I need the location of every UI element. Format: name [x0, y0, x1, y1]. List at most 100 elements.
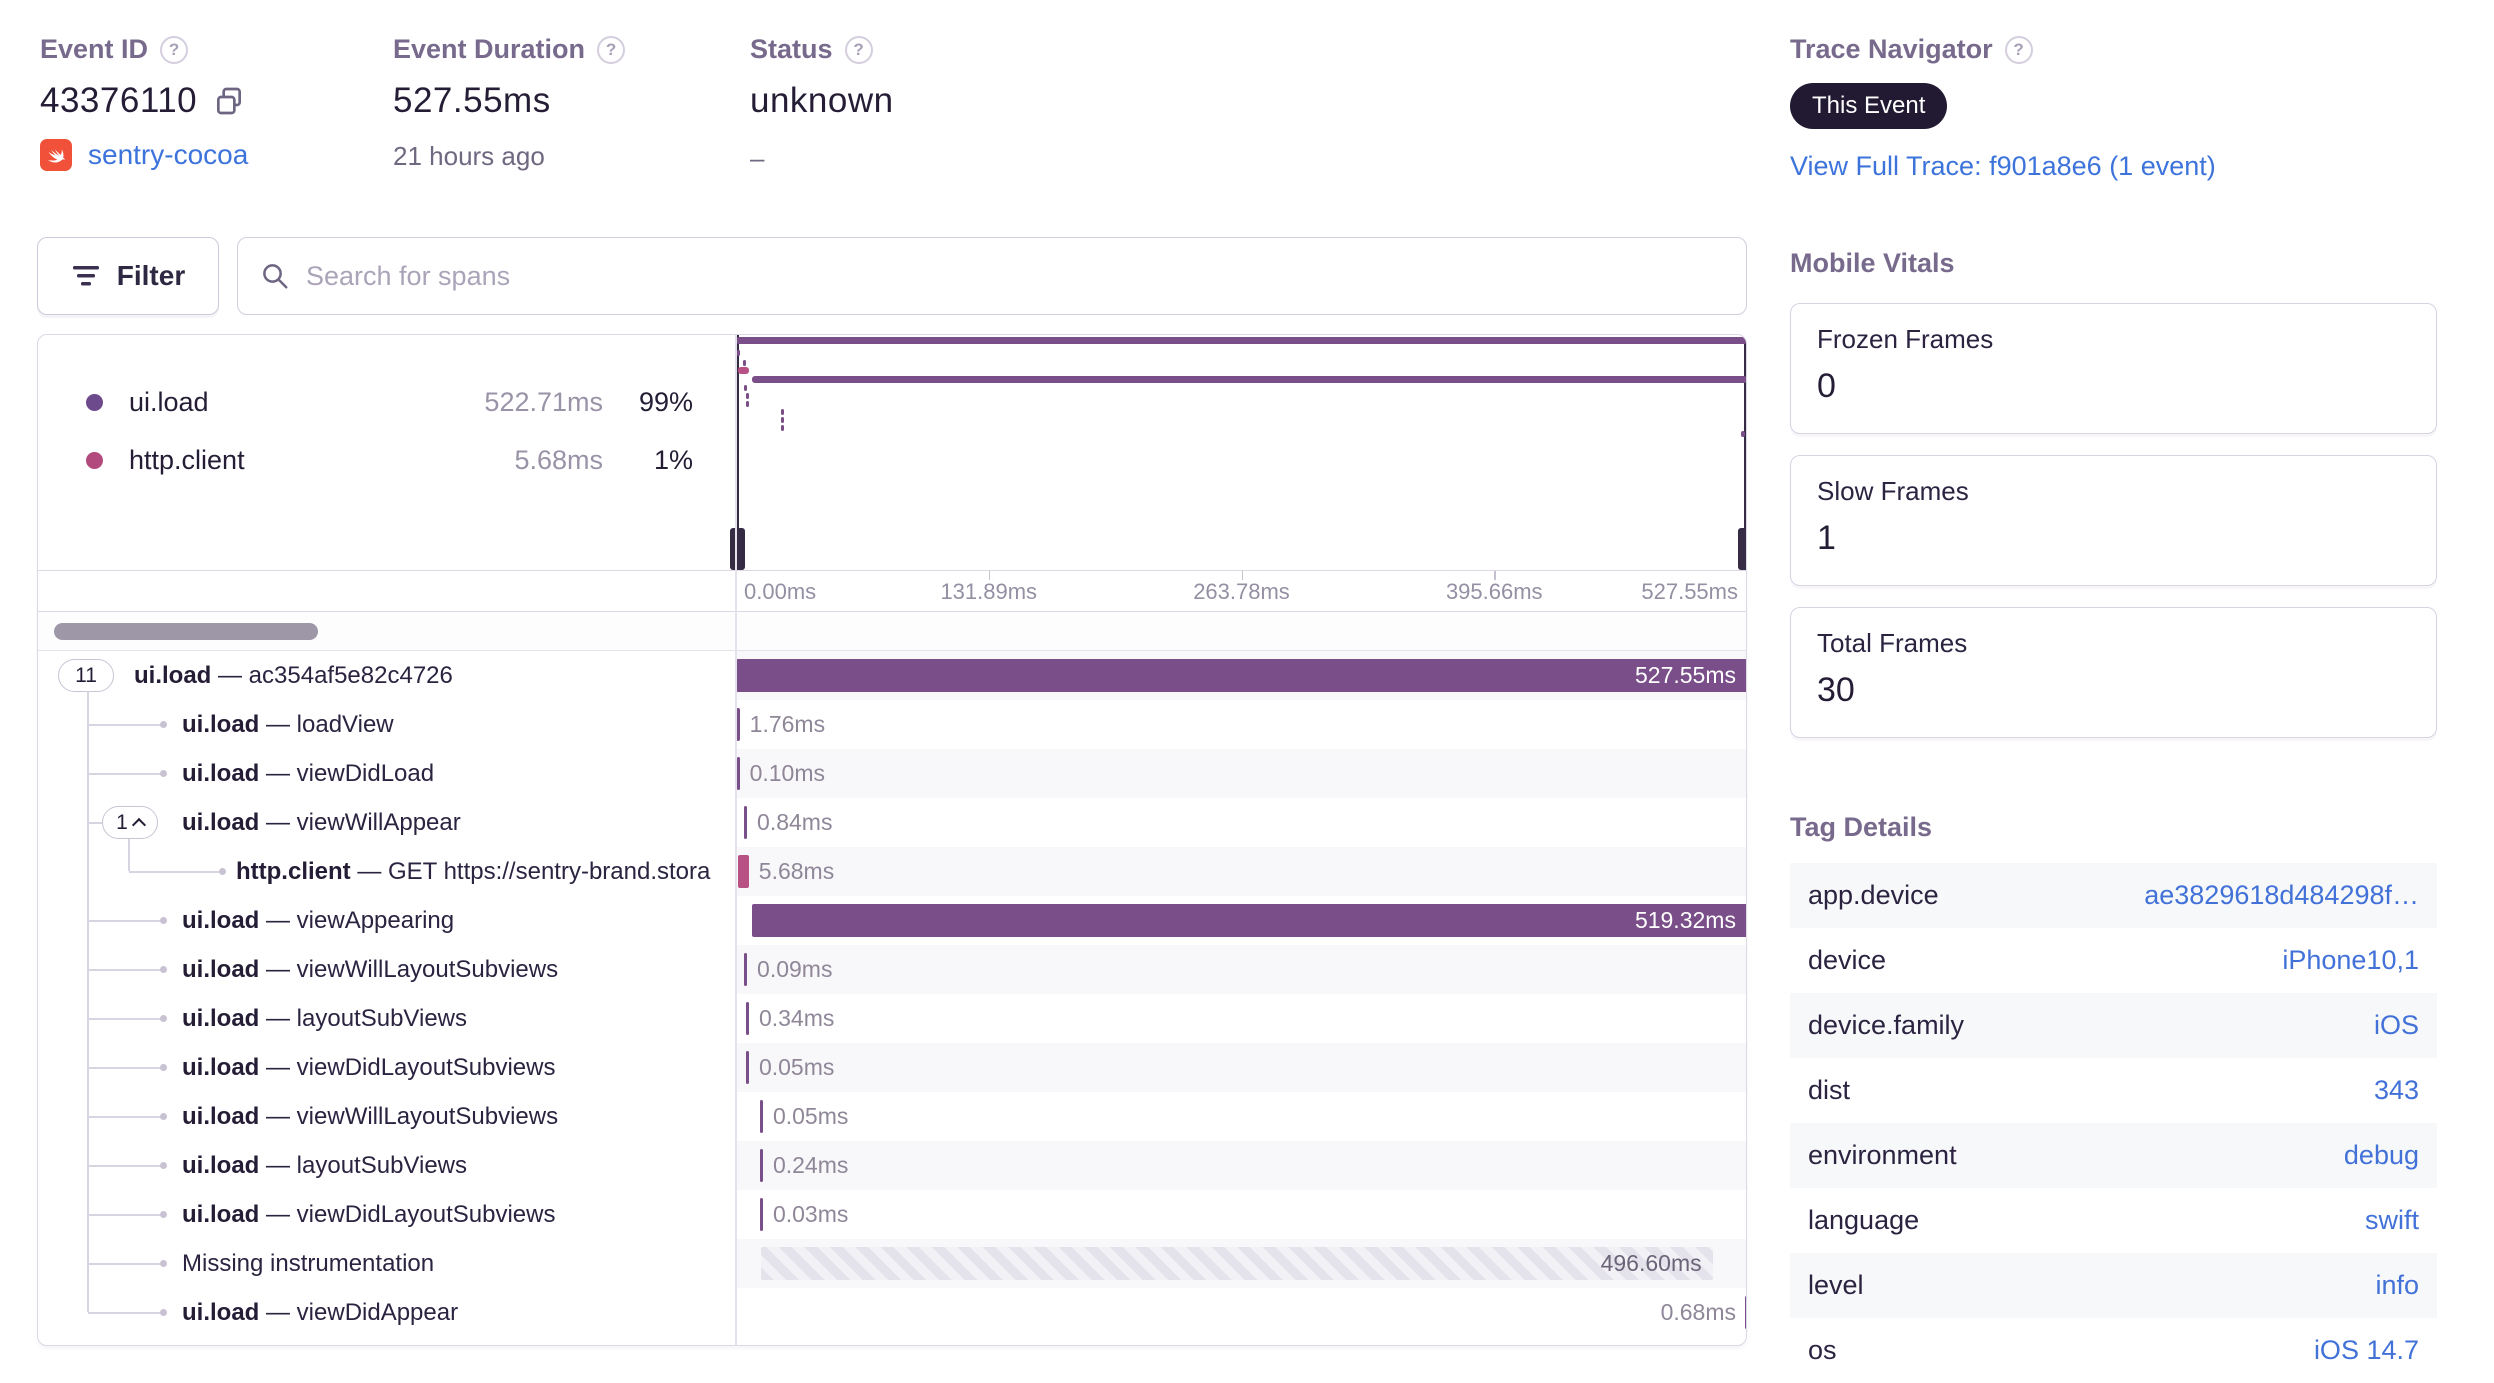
minimap-span-mark — [781, 409, 785, 415]
tree-trunk-line — [128, 839, 130, 871]
tag-value-link[interactable]: debug — [2344, 1140, 2419, 1171]
tree-connector-dot — [160, 1211, 167, 1218]
tag-key: device — [1808, 945, 1887, 975]
filter-button[interactable]: Filter — [37, 237, 219, 315]
tag-value-link[interactable]: 343 — [2374, 1075, 2419, 1106]
span-rows: 11 ui.load — ac354af5e82c4726 527.55ms ui.l… — [38, 651, 1746, 1337]
tag-key: app.device — [1808, 880, 1939, 910]
span-search — [237, 237, 1747, 315]
span-row[interactable]: ui.load — viewWillLayoutSubviews 0.09ms — [38, 945, 1746, 994]
minimap-span-mark — [737, 367, 749, 374]
span-count-pill[interactable]: 11 — [58, 659, 114, 692]
span-waterfall-panel: ui.load 522.71ms 99% http.client 5.68ms 1% 0.… — [37, 334, 1747, 1346]
minimap-right-handle[interactable] — [1738, 528, 1746, 570]
tree-connector-dot — [160, 1309, 167, 1316]
help-icon[interactable]: ? — [2004, 35, 2033, 64]
axis-tick-label: 131.89ms — [940, 579, 1038, 604]
span-tree-cell: http.client — GET https://sentry-brand.s… — [38, 847, 735, 896]
collapse-span-pill[interactable]: 1 — [102, 806, 158, 839]
minimap-span-mark — [745, 393, 749, 399]
span-duration-cell: 0.05ms — [736, 1043, 1746, 1092]
span-tree-cell: 11 ui.load — ac354af5e82c4726 — [38, 651, 735, 700]
span-duration-cell: 0.24ms — [736, 1141, 1746, 1190]
tree-connector-dot — [160, 1015, 167, 1022]
span-duration-bar[interactable] — [1744, 1296, 1746, 1329]
help-icon[interactable]: ? — [160, 35, 189, 64]
project-link[interactable]: sentry-cocoa — [88, 139, 248, 171]
span-duration-label: 0.34ms — [758, 1005, 835, 1031]
span-row[interactable]: ui.load — viewDidLoad 0.10ms — [38, 749, 1746, 798]
span-row[interactable]: ui.load — layoutSubViews 0.24ms — [38, 1141, 1746, 1190]
search-input[interactable] — [306, 260, 1724, 292]
minimap-left-handle[interactable] — [730, 528, 745, 570]
legend-item[interactable]: ui.load 522.71ms 99% — [38, 373, 735, 431]
span-row[interactable]: ui.load — viewDidAppear 0.68ms — [38, 1288, 1746, 1337]
legend-op-name: http.client — [129, 444, 245, 475]
span-duration-bar[interactable] — [744, 953, 748, 986]
view-full-trace-link[interactable]: View Full Trace: f901a8e6 (1 event) — [1790, 151, 2216, 181]
mobile-vitals-heading: Mobile Vitals — [1790, 248, 1955, 278]
search-icon — [263, 264, 288, 289]
span-row[interactable]: 11 ui.load — ac354af5e82c4726 527.55ms — [38, 651, 1746, 700]
legend-item[interactable]: http.client 5.68ms 1% — [38, 431, 735, 489]
tag-value-link[interactable]: iOS 14.7 — [2314, 1335, 2419, 1366]
span-duration-bar[interactable] — [737, 855, 749, 888]
minimap[interactable] — [730, 335, 1746, 570]
tag-value-link[interactable]: ae3829618d484298f… — [2144, 880, 2419, 911]
axis-tick-label: 395.66ms — [1445, 579, 1543, 604]
span-title: ui.load — viewAppearing — [182, 907, 455, 934]
timeline-scroll-row — [735, 612, 1746, 651]
axis-tick-mark — [1494, 571, 1496, 580]
span-row[interactable]: ui.load — viewAppearing 519.32ms — [38, 896, 1746, 945]
tag-value-link[interactable]: swift — [2365, 1205, 2419, 1236]
minimap-span-mark — [742, 360, 746, 366]
span-tree-cell: ui.load — layoutSubViews — [38, 994, 735, 1043]
event-duration-label: Event Duration — [393, 34, 586, 64]
span-tree-cell: ui.load — viewDidLayoutSubviews — [38, 1190, 735, 1239]
tag-value-link[interactable]: iOS — [2374, 1010, 2419, 1041]
span-duration-bar[interactable] — [745, 1051, 749, 1084]
span-duration-bar[interactable] — [759, 1100, 763, 1133]
tree-scrollbar-thumb[interactable] — [54, 623, 318, 640]
span-row[interactable]: ui.load — viewWillLayoutSubviews 0.05ms — [38, 1092, 1746, 1141]
help-icon[interactable]: ? — [597, 35, 626, 64]
help-icon[interactable]: ? — [844, 35, 873, 64]
span-duration-bar[interactable] — [760, 1247, 1713, 1280]
tree-connector — [88, 1263, 164, 1265]
span-row[interactable]: http.client — GET https://sentry-brand.s… — [38, 847, 1746, 896]
span-row[interactable]: ui.load — viewDidLayoutSubviews 0.05ms — [38, 1043, 1746, 1092]
span-tree-cell: ui.load — layoutSubViews — [38, 1141, 735, 1190]
tag-value-link[interactable]: info — [2375, 1270, 2419, 1301]
event-duration-section: Event Duration ? 527.55ms 21 hours ago — [393, 34, 626, 172]
vital-card: Frozen Frames 0 — [1790, 303, 2437, 434]
tag-row: dist 343 — [1790, 1058, 2437, 1123]
this-event-badge[interactable]: This Event — [1790, 83, 1948, 129]
span-duration-bar[interactable] — [751, 904, 1746, 937]
span-tree-cell: ui.load — viewDidLoad — [38, 749, 735, 798]
span-duration-cell: 0.34ms — [736, 994, 1746, 1043]
span-duration-bar[interactable] — [736, 757, 740, 790]
event-id-value: 43376110 — [40, 81, 198, 120]
span-row[interactable]: ui.load — viewDidLayoutSubviews 0.03ms — [38, 1190, 1746, 1239]
status-section: Status ? unknown – — [750, 34, 894, 174]
span-duration-bar[interactable] — [736, 708, 740, 741]
span-duration-bar[interactable] — [759, 1149, 763, 1182]
tag-key: environment — [1808, 1140, 1957, 1170]
span-row[interactable]: Missing instrumentation 496.60ms — [38, 1239, 1746, 1288]
span-duration-label: 1.76ms — [749, 711, 826, 737]
span-row[interactable]: 1 ui.load — viewWillAppear 0.84ms — [38, 798, 1746, 847]
span-row[interactable]: ui.load — layoutSubViews 0.34ms — [38, 994, 1746, 1043]
tree-connector-dot — [219, 868, 226, 875]
span-duration-bar[interactable] — [759, 1198, 763, 1231]
tag-value-link[interactable]: iPhone10,1 — [2282, 945, 2419, 976]
tree-connector — [88, 1067, 164, 1069]
span-duration-cell: 519.32ms — [736, 896, 1746, 945]
event-id-section: Event ID ? 43376110 sentry-cocoa — [40, 34, 248, 171]
span-duration-bar[interactable] — [745, 1002, 749, 1035]
copy-icon[interactable] — [213, 85, 245, 117]
span-row[interactable]: ui.load — loadView 1.76ms — [38, 700, 1746, 749]
span-duration-cell: 0.68ms — [736, 1288, 1746, 1337]
span-duration-bar[interactable] — [736, 659, 1746, 692]
span-duration-bar[interactable] — [744, 806, 748, 839]
span-duration-cell: 0.09ms — [736, 945, 1746, 994]
